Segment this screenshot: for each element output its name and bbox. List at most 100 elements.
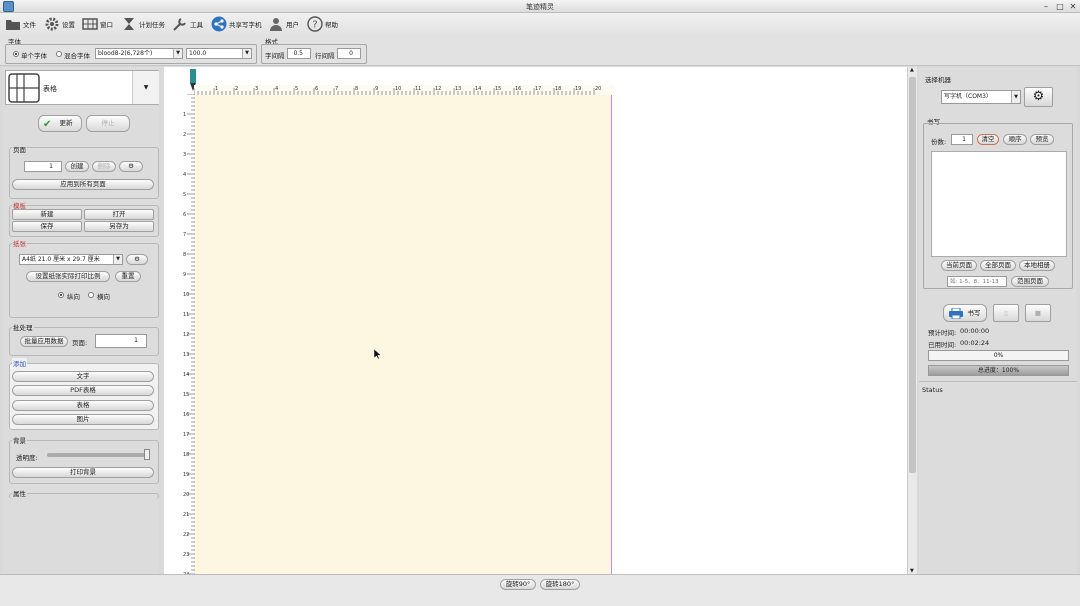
landscape-radio[interactable]	[88, 292, 94, 298]
right-panel: 选择机器 写字机（COM3） ▼ ⚙ 书写 份数: 1 清空 顺序 预览 当前页面…	[919, 67, 1077, 573]
chevron-down-icon[interactable]: ▼	[132, 71, 159, 104]
ruler-label: 14	[475, 86, 481, 92]
rotate-90-button[interactable]: 旋转90°	[500, 579, 536, 590]
font-size-select[interactable]: 100.0 ▼	[186, 48, 252, 59]
ruler-label: 14	[183, 372, 189, 378]
total-progress-text: 总进度：100%	[977, 367, 1020, 374]
toolbar-user-label: 用户	[286, 21, 299, 29]
current-page-button[interactable]: 当前页面	[941, 260, 977, 271]
toolbar-tools-label: 工具	[190, 21, 203, 29]
ruler-label: 11	[183, 312, 189, 318]
single-font-radio[interactable]	[13, 51, 19, 57]
preview-button[interactable]: 预览	[1030, 134, 1054, 145]
reset-button[interactable]: 重置	[115, 271, 141, 282]
page-new-label: 创建	[70, 162, 84, 170]
paper-size-select[interactable]: A4纸 21.0 厘米 x 29.7 厘米 ▼	[19, 254, 123, 265]
ruler-label: 19	[183, 472, 189, 478]
template-new-button[interactable]: 新建	[12, 209, 82, 220]
paper-settings-button[interactable]: ⚙	[126, 254, 148, 265]
stop-icon: ■	[1034, 309, 1042, 317]
batch-page-label: 页面:	[72, 339, 88, 347]
all-pages-button[interactable]: 全部页面	[980, 260, 1016, 271]
toolbar-settings-label: 设置	[62, 21, 75, 29]
batch-page-value: 1	[134, 337, 138, 344]
template-open-button[interactable]: 打开	[84, 209, 154, 220]
canvas-scrollbar[interactable]: ▲ ▼	[907, 67, 917, 574]
landscape-label: 横向	[97, 293, 110, 301]
ruler-label: 19	[575, 86, 581, 92]
set-print-ratio-button[interactable]: 设置纸张实际打印比例	[26, 271, 110, 282]
toolbar-tools[interactable]: 工具	[172, 15, 203, 33]
ruler-label: 10	[183, 292, 189, 298]
update-button[interactable]: ✔ 更新	[38, 115, 82, 132]
template-new-label: 新建	[40, 210, 54, 218]
stop-button[interactable]: 停止	[86, 115, 130, 132]
page-spinbox[interactable]: 1	[24, 161, 62, 172]
stop-write-button[interactable]: ■	[1025, 304, 1051, 322]
rotate-180-button[interactable]: 旋转180°	[540, 579, 580, 590]
print-background-button[interactable]: 打印背景	[12, 467, 154, 478]
update-label: 更新	[59, 119, 73, 127]
user-icon	[270, 18, 282, 31]
transparency-slider-handle[interactable]	[144, 449, 150, 460]
range-input[interactable]	[947, 276, 1007, 287]
toolbar-file[interactable]: 文件	[5, 15, 36, 33]
batch-apply-button[interactable]: 批量应用数据	[20, 336, 68, 347]
mouse-cursor-icon	[374, 349, 381, 359]
template-selector[interactable]: 表格 ▼	[5, 70, 159, 105]
toolbar-share[interactable]: 共享写字机	[211, 15, 262, 33]
toolbar-settings[interactable]: 设置	[44, 15, 75, 33]
task-icon	[124, 18, 134, 30]
copies-spinbox[interactable]: 1	[951, 134, 973, 145]
toolbar-share-label: 共享写字机	[229, 21, 262, 29]
template-save-button[interactable]: 保存	[12, 221, 82, 232]
add-text-button[interactable]: 文字	[12, 371, 154, 382]
toolbar-plan-label: 计划任务	[139, 21, 165, 29]
machine-select[interactable]: 写字机（COM3） ▼	[941, 90, 1021, 104]
write-button[interactable]: 书写	[943, 304, 987, 322]
page-new-button[interactable]: 创建	[65, 161, 89, 172]
machine-settings-button[interactable]: ⚙	[1024, 87, 1053, 107]
page-settings-button[interactable]: ⚙	[119, 161, 143, 172]
rotate-180-label: 旋转180°	[545, 580, 575, 588]
transparency-slider[interactable]	[47, 453, 150, 457]
add-pdf-button[interactable]: PDF表格	[12, 385, 154, 396]
write-queue-list[interactable]	[931, 151, 1067, 257]
portrait-radio[interactable]	[58, 292, 64, 298]
range-page-button[interactable]: 范围页面	[1011, 276, 1049, 287]
local-album-button[interactable]: 本地相册	[1019, 260, 1055, 271]
pause-button[interactable]: ▯	[993, 304, 1019, 322]
add-table-button[interactable]: 表格	[12, 400, 154, 411]
line-spacing-input[interactable]: 0	[337, 48, 361, 59]
design-canvas[interactable]: 1 2 3 4 5 6 7 8 9 10 11 12 13 14 15 16 17 18 19 20 12345678…	[164, 67, 907, 574]
page-delete-button[interactable]: 删除	[92, 161, 116, 172]
ruler-label: 18	[183, 452, 189, 458]
template-saveas-button[interactable]: 另存为	[84, 221, 154, 232]
order-button[interactable]: 顺序	[1003, 134, 1027, 145]
vertical-ruler: 123456789101112131415161718192021222324	[183, 94, 195, 574]
scroll-up-icon[interactable]: ▲	[910, 67, 914, 73]
single-font-label: 单个字体	[21, 52, 47, 60]
toolbar-plan[interactable]: 计划任务	[121, 15, 165, 33]
mixed-font-radio[interactable]	[56, 51, 62, 57]
ruler-label: 8	[183, 252, 186, 258]
ruler-label: 17	[183, 432, 189, 438]
batch-page-spinbox[interactable]: 1	[95, 334, 147, 348]
maximize-button[interactable]: □	[1053, 1, 1067, 12]
paper-page[interactable]	[194, 94, 612, 574]
toolbar-help[interactable]: ? 帮助	[307, 15, 338, 33]
order-label: 顺序	[1008, 135, 1022, 143]
ruler-label: 21	[183, 512, 189, 518]
toolbar-window[interactable]: 窗口	[82, 15, 113, 33]
char-spacing-input[interactable]: 0.5	[287, 48, 311, 59]
apply-all-pages-button[interactable]: 应用到所有页面	[12, 179, 154, 190]
minimize-button[interactable]: –	[1039, 1, 1053, 12]
ruler-label: 4	[275, 86, 278, 92]
scrollbar-thumb[interactable]	[909, 77, 916, 473]
clear-button[interactable]: 清空	[977, 134, 999, 145]
close-button[interactable]: ✕	[1066, 1, 1080, 12]
toolbar-user[interactable]: 用户	[268, 15, 299, 33]
gear-icon: ⚙	[128, 162, 134, 170]
font-select[interactable]: blood8-2(6,728个) ▼	[95, 48, 183, 59]
add-image-button[interactable]: 图片	[12, 414, 154, 425]
